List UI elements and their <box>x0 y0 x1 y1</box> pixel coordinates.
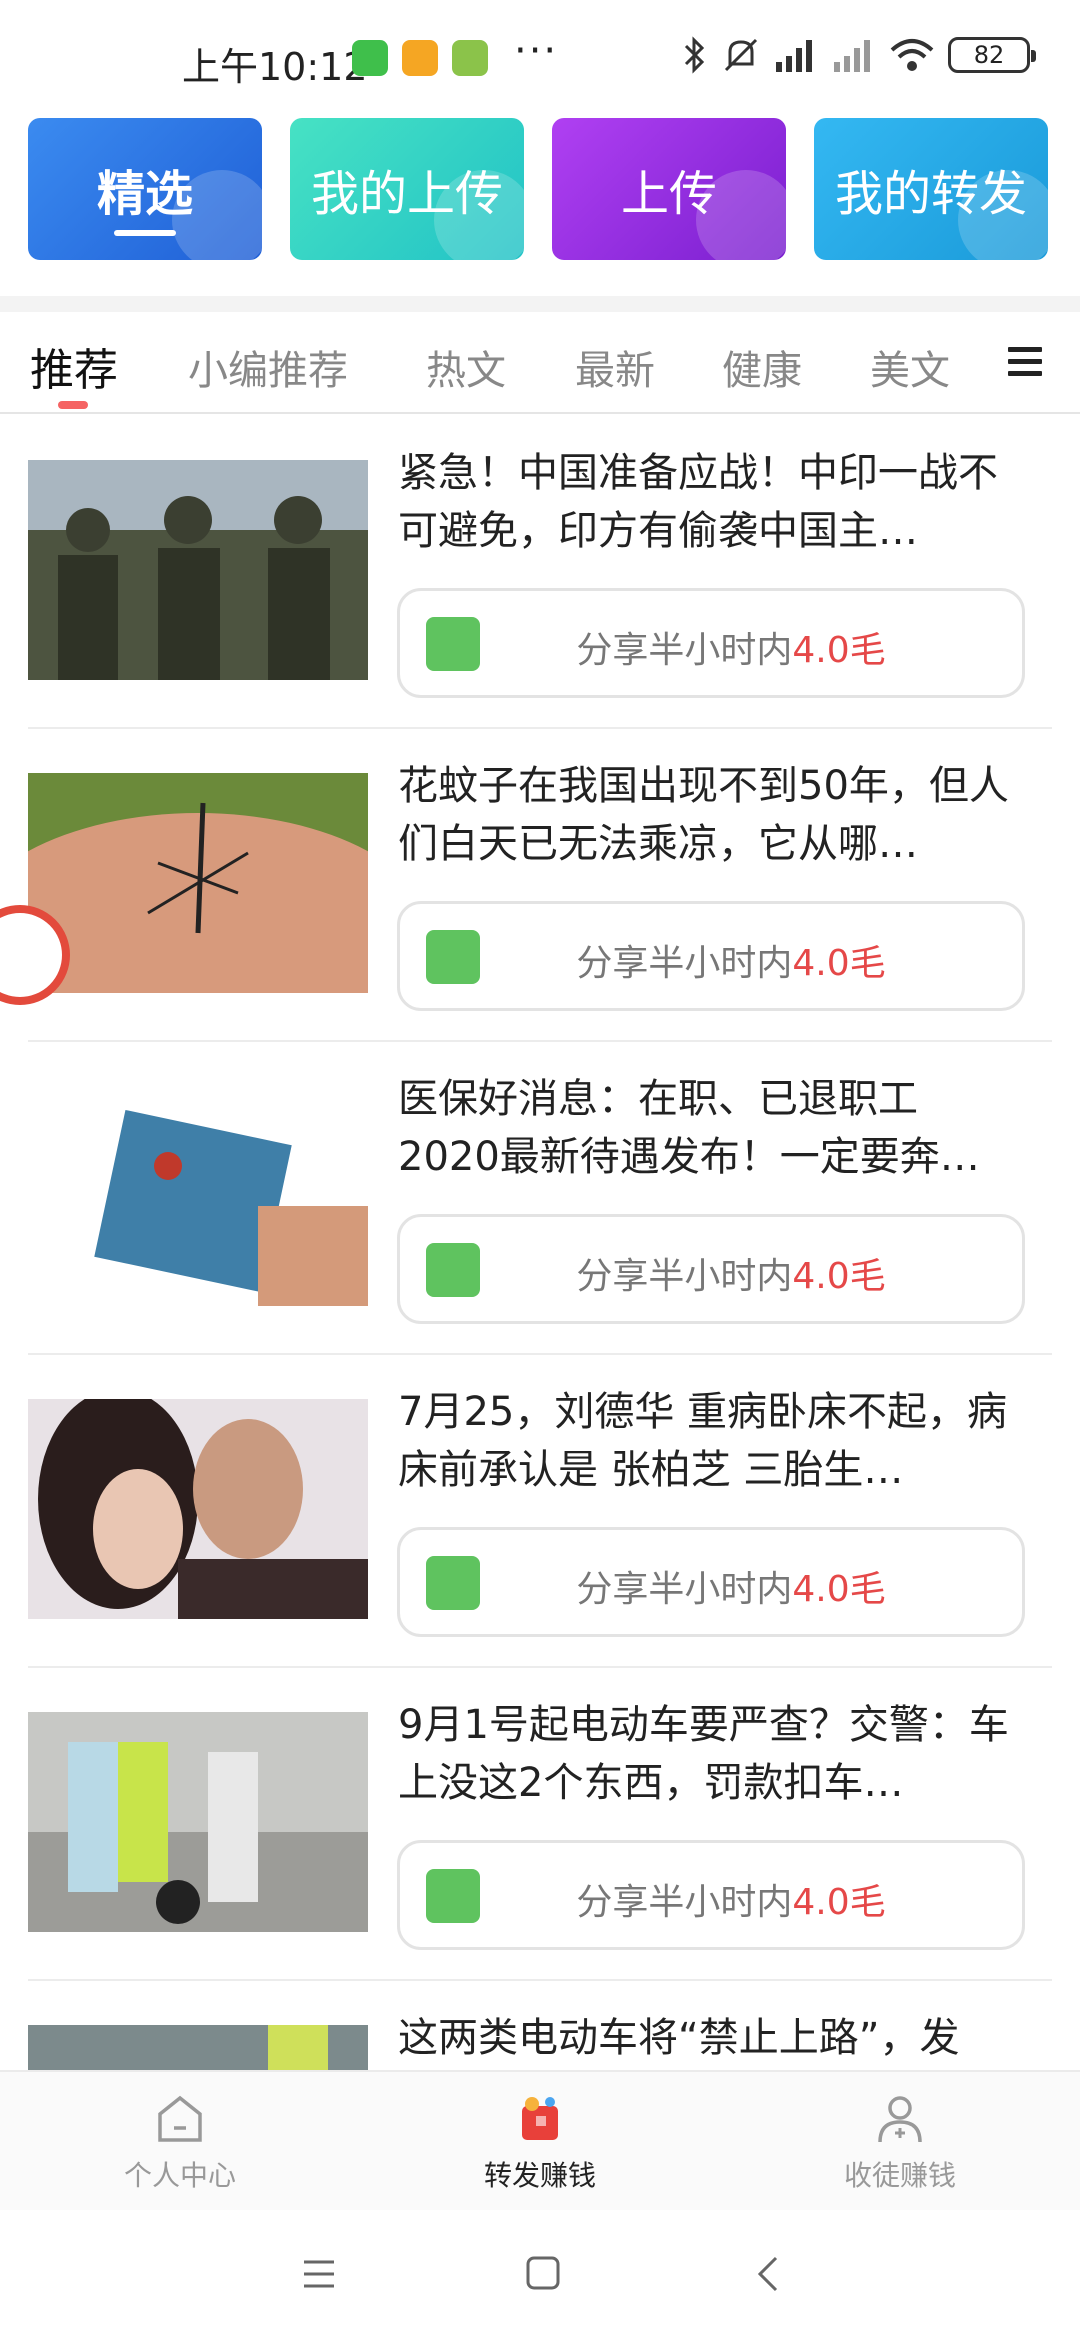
article-list: 紧急！中国准备应战！中印一战不可避免，印方有偷袭中国主… 分享半小时内4.0毛 … <box>0 416 1080 2070</box>
nav-personal-center[interactable]: 个人中心 <box>60 2090 300 2194</box>
home-icon <box>158 2095 202 2142</box>
share-amount: 4.0毛 <box>792 630 886 671</box>
wechat-notification-icon <box>352 40 388 76</box>
list-item[interactable]: 9月1号起电动车要严查？交警：车上没这2个东西，罚款扣车… 分享半小时内4.0毛 <box>0 1668 1080 1981</box>
card-featured[interactable]: 精选 <box>28 118 262 260</box>
share-amount: 4.0毛 <box>792 1569 886 1610</box>
list-item[interactable]: 7月25，刘德华 重病卧床不起，病床前承认是 张柏芝 三胎生… 分享半小时内4.… <box>0 1355 1080 1668</box>
share-reward-text: 分享半小时内4.0毛 <box>400 1560 1022 1612</box>
user-add-icon <box>878 2096 922 2143</box>
share-amount: 4.0毛 <box>792 1256 886 1297</box>
card-my-uploads[interactable]: 我的上传 <box>290 118 524 260</box>
bluetooth-icon <box>684 36 705 74</box>
nav-recruit-earn[interactable]: 收徒赚钱 <box>780 2090 1020 2194</box>
top-cards: 精选 我的上传 上传 我的转发 <box>28 118 1052 262</box>
menu-icon[interactable] <box>1008 347 1042 376</box>
share-prefix: 分享半小时内 <box>576 943 793 984</box>
tab-editor-picks[interactable]: 小编推荐 <box>188 338 348 396</box>
system-nav-bar <box>0 2210 1080 2340</box>
app-notification-icon <box>402 40 438 76</box>
recents-icon[interactable] <box>302 2258 336 2290</box>
list-item[interactable]: 这两类电动车将“禁止上路”，发 <box>0 1981 1080 2070</box>
tab-health[interactable]: 健康 <box>722 338 802 396</box>
card-upload[interactable]: 上传 <box>552 118 786 260</box>
share-button[interactable]: 分享半小时内4.0毛 <box>397 1527 1025 1637</box>
tabs-spacer <box>0 296 1080 312</box>
wifi-icon <box>890 39 934 71</box>
share-prefix: 分享半小时内 <box>576 1569 793 1610</box>
nav-label: 收徒赚钱 <box>843 2159 956 2192</box>
article-title[interactable]: 这两类电动车将“禁止上路”，发 <box>398 2009 1018 2069</box>
article-thumbnail <box>28 1086 368 1306</box>
share-prefix: 分享半小时内 <box>576 1256 793 1297</box>
share-button[interactable]: 分享半小时内4.0毛 <box>397 588 1025 698</box>
status-bar: 上午10:12 ··· 82 <box>0 0 1080 110</box>
tab-active-indicator <box>58 401 88 409</box>
share-reward-text: 分享半小时内4.0毛 <box>400 934 1022 986</box>
signal-hd-icon <box>776 40 812 72</box>
article-title[interactable]: 紧急！中国准备应战！中印一战不可避免，印方有偷袭中国主… <box>398 444 1018 560</box>
article-thumbnail <box>28 1712 368 1932</box>
back-icon[interactable] <box>756 2256 780 2292</box>
share-reward-text: 分享半小时内4.0毛 <box>400 1873 1022 1925</box>
list-item[interactable]: 紧急！中国准备应战！中印一战不可避免，印方有偷袭中国主… 分享半小时内4.0毛 <box>0 416 1080 729</box>
signal-icon <box>834 40 870 72</box>
share-button[interactable]: 分享半小时内4.0毛 <box>397 901 1025 1011</box>
status-time: 上午10:12 <box>182 45 368 89</box>
list-item[interactable]: 花蚊子在我国出现不到50年，但人们白天已无法乘凉，它从哪… 分享半小时内4.0毛 <box>0 729 1080 1042</box>
tab-essays[interactable]: 美文 <box>870 338 950 396</box>
category-tabs: 推荐 小编推荐 热文 最新 健康 美文 <box>0 312 1080 414</box>
home-button-icon[interactable] <box>526 2256 560 2290</box>
share-prefix: 分享半小时内 <box>576 1882 793 1923</box>
share-amount: 4.0毛 <box>792 943 886 984</box>
download-notification-icon <box>452 40 488 76</box>
tab-latest[interactable]: 最新 <box>575 338 655 396</box>
tab-recommend[interactable]: 推荐 <box>30 334 118 398</box>
article-thumbnail <box>28 2025 368 2070</box>
share-button[interactable]: 分享半小时内4.0毛 <box>397 1840 1025 1950</box>
card-my-shares[interactable]: 我的转发 <box>814 118 1048 260</box>
share-reward-text: 分享半小时内4.0毛 <box>400 1247 1022 1299</box>
battery-indicator: 82 <box>948 37 1036 73</box>
nav-share-earn[interactable]: 转发赚钱 <box>420 2090 660 2194</box>
share-amount: 4.0毛 <box>792 1882 886 1923</box>
gift-icon <box>522 2097 558 2140</box>
mute-icon <box>724 38 758 72</box>
tab-hot[interactable]: 热文 <box>426 338 506 396</box>
nav-label: 转发赚钱 <box>483 2159 596 2192</box>
bottom-nav: 个人中心 转发赚钱 收徒赚钱 <box>0 2070 1080 2210</box>
article-title[interactable]: 9月1号起电动车要严查？交警：车上没这2个东西，罚款扣车… <box>398 1696 1018 1812</box>
more-notifications-icon: ··· <box>514 28 559 74</box>
card-selected-underline <box>114 230 176 236</box>
share-button[interactable]: 分享半小时内4.0毛 <box>397 1214 1025 1324</box>
article-title[interactable]: 7月25，刘德华 重病卧床不起，病床前承认是 张柏芝 三胎生… <box>398 1383 1018 1499</box>
share-prefix: 分享半小时内 <box>576 630 793 671</box>
article-title[interactable]: 医保好消息：在职、已退职工2020最新待遇发布！一定要奔… <box>398 1070 1018 1186</box>
share-reward-text: 分享半小时内4.0毛 <box>400 621 1022 673</box>
status-right: 82 <box>682 36 1036 74</box>
article-thumbnail <box>28 1399 368 1619</box>
list-item[interactable]: 医保好消息：在职、已退职工2020最新待遇发布！一定要奔… 分享半小时内4.0毛 <box>0 1042 1080 1355</box>
article-title[interactable]: 花蚊子在我国出现不到50年，但人们白天已无法乘凉，它从哪… <box>398 757 1018 873</box>
article-thumbnail <box>28 460 368 680</box>
article-thumbnail <box>28 773 368 993</box>
nav-label: 个人中心 <box>123 2159 236 2192</box>
